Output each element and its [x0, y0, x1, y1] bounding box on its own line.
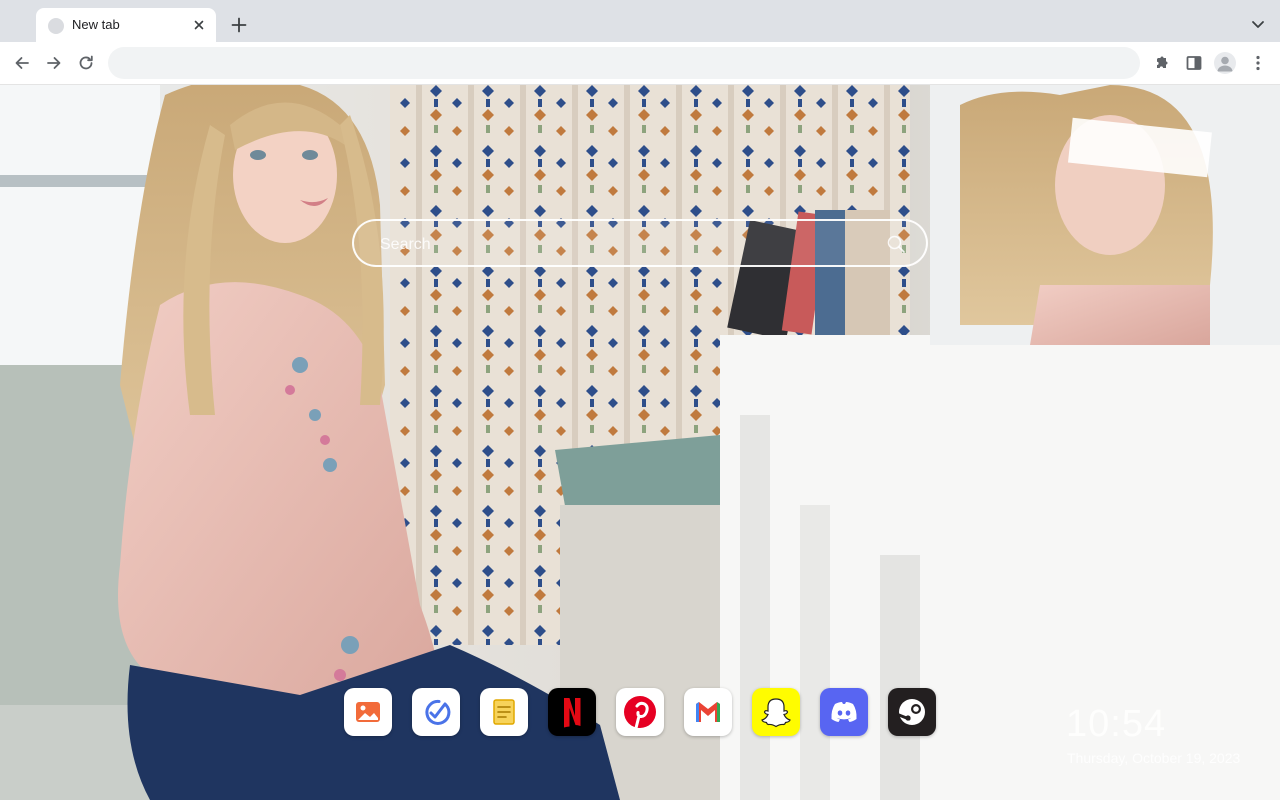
more-vertical-icon [1256, 55, 1260, 71]
new-tab-page: 10:54 Thursday, October 19, 2023 [0, 85, 1280, 800]
tab-favicon-icon [48, 18, 64, 34]
menu-button[interactable] [1244, 49, 1272, 77]
shortcut-wallpapers[interactable] [344, 688, 392, 736]
check-icon [425, 699, 451, 725]
reload-icon [79, 55, 93, 70]
search-bar [352, 219, 928, 267]
toolbar [0, 42, 1280, 85]
shortcut-notes[interactable] [480, 688, 528, 736]
discord-icon [831, 702, 857, 722]
note-icon [493, 699, 515, 725]
snapchat-icon [761, 698, 791, 728]
tab-title: New tab [72, 17, 120, 32]
image-icon [356, 702, 380, 722]
shortcut-gmail[interactable] [684, 688, 732, 736]
back-button[interactable] [8, 49, 36, 77]
shortcut-steam[interactable] [888, 688, 936, 736]
shortcut-checklist[interactable] [412, 688, 460, 736]
steam-icon [897, 699, 925, 725]
tab-strip: New tab [0, 0, 1280, 42]
netflix-icon [564, 698, 581, 728]
pinterest-icon [624, 696, 656, 730]
shortcut-netflix[interactable] [548, 688, 596, 736]
search-input[interactable] [378, 233, 862, 257]
tab-new-tab[interactable]: New tab [36, 8, 216, 42]
clock-time: 10:54 [1066, 703, 1167, 745]
extensions-button[interactable] [1148, 49, 1176, 77]
clock-date: Thursday, October 19, 2023 [1067, 750, 1241, 766]
address-bar-input[interactable] [108, 47, 1140, 79]
arrow-right-icon [47, 57, 61, 69]
close-tab-icon[interactable] [190, 16, 208, 34]
arrow-left-icon [15, 57, 29, 69]
side-panel-button[interactable] [1180, 49, 1208, 77]
gmail-icon [696, 702, 720, 722]
shortcut-discord[interactable] [820, 688, 868, 736]
side-panel-icon [1186, 56, 1202, 70]
shortcut-pinterest[interactable] [616, 688, 664, 736]
search-icon[interactable] [886, 234, 906, 254]
reload-button[interactable] [72, 49, 100, 77]
shortcut-snapchat[interactable] [752, 688, 800, 736]
chevron-down-icon[interactable] [1246, 12, 1270, 36]
profile-avatar-icon[interactable] [1214, 52, 1236, 74]
puzzle-icon [1157, 56, 1168, 68]
forward-button[interactable] [40, 49, 68, 77]
new-tab-button[interactable] [226, 12, 252, 38]
